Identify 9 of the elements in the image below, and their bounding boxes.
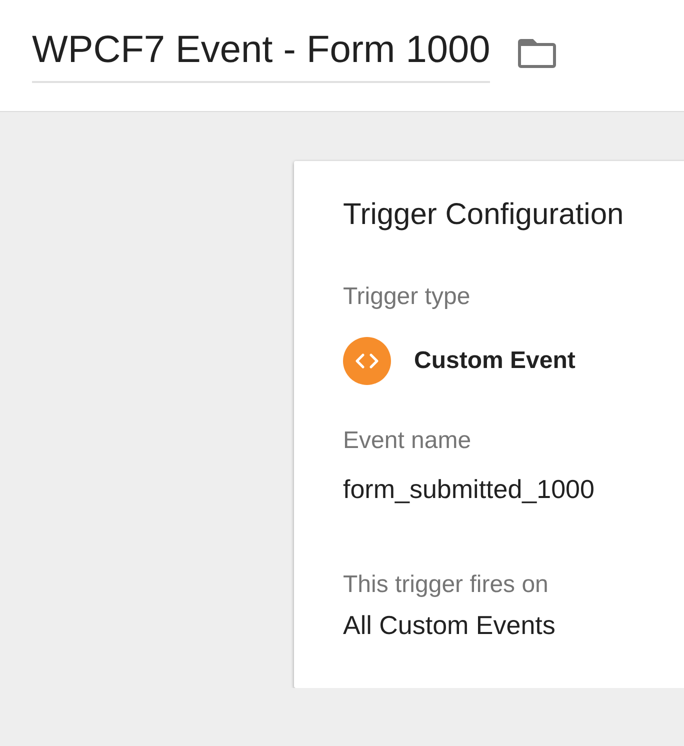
- trigger-type-name: Custom Event: [414, 346, 576, 376]
- folder-icon[interactable]: [517, 37, 558, 69]
- card-title: Trigger Configuration: [343, 197, 625, 233]
- code-brackets-icon: [343, 337, 391, 385]
- event-name-value: form_submitted_1000: [343, 474, 596, 504]
- field-label: Event name: [343, 427, 472, 455]
- field-label: This trigger fires on: [343, 571, 550, 599]
- fires-on-value: All Custom Events: [343, 610, 556, 640]
- field-label: Trigger type: [343, 283, 472, 311]
